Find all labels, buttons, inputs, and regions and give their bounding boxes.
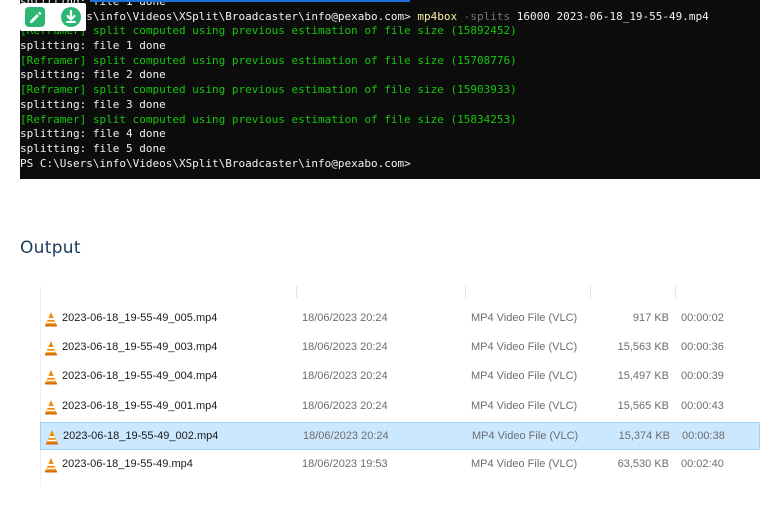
date-modified: 18/06/2023 20:24 bbox=[302, 399, 388, 412]
terminal-text: [Reframer] split computed using previous… bbox=[20, 83, 517, 97]
terminal-text: splitting: file 4 done bbox=[20, 127, 166, 141]
download-icon[interactable] bbox=[60, 6, 82, 28]
table-row[interactable]: 2023-06-18_19-55-49_002.mp4 18/06/2023 20… bbox=[40, 421, 760, 450]
file-size: 15,563 KB bbox=[617, 341, 669, 354]
terminal-text: splitting: file 5 done bbox=[20, 141, 166, 155]
file-size: 15,497 KB bbox=[617, 370, 669, 383]
terminal-text: [Reframer] split computed using previous… bbox=[20, 53, 517, 67]
file-type: MP4 Video File (VLC) bbox=[472, 429, 579, 442]
file-type: MP4 Video File (VLC) bbox=[471, 341, 578, 354]
terminal-line: [Reframer] split computed using previous… bbox=[20, 113, 760, 128]
date-modified: 18/06/2023 20:24 bbox=[302, 341, 388, 354]
table-row[interactable]: 2023-06-18_19-55-49.mp4 18/06/2023 19:53 M… bbox=[40, 451, 760, 479]
column-divider bbox=[590, 286, 591, 298]
terminal-line: splitting: file 5 done bbox=[20, 142, 760, 157]
terminal-line: [Reframer] split computed using previous… bbox=[20, 54, 760, 69]
terminal-selection-bar bbox=[90, 0, 410, 2]
date-modified: 18/06/2023 20:24 bbox=[302, 370, 388, 383]
file-type: MP4 Video File (VLC) bbox=[471, 458, 578, 470]
terminal-text: 2023-06-18_19-55-49.mp4 bbox=[549, 9, 709, 23]
vlc-file-icon bbox=[45, 429, 59, 445]
terminal-text: mp4box bbox=[417, 9, 458, 23]
terminal-text: [Reframer] split computed using previous… bbox=[20, 112, 517, 126]
vlc-file-icon bbox=[44, 340, 58, 356]
file-type: MP4 Video File (VLC) bbox=[471, 399, 578, 412]
file-length: 00:00:39 bbox=[681, 370, 724, 383]
terminal-text: splitting: file 3 done bbox=[20, 97, 166, 111]
file-name: 2023-06-18_19-55-49_001.mp4 bbox=[62, 399, 218, 412]
file-name: 2023-06-18_19-55-49_005.mp4 bbox=[62, 312, 218, 324]
column-divider bbox=[675, 286, 676, 298]
floating-toolbar bbox=[20, 3, 86, 31]
vlc-file-icon bbox=[44, 457, 58, 473]
file-length: 00:00:43 bbox=[681, 399, 724, 412]
output-heading: Output bbox=[20, 238, 81, 258]
file-size: 917 KB bbox=[632, 312, 669, 324]
terminal-line: splitting: file 2 done bbox=[20, 68, 760, 83]
terminal-line: splitting: file 3 done bbox=[20, 98, 760, 113]
date-modified: 18/06/2023 20:24 bbox=[303, 429, 389, 442]
terminal-output: splitting: file 1 done PS C:\Users\info\V… bbox=[20, 0, 760, 171]
file-name: 2023-06-18_19-55-49_003.mp4 bbox=[62, 341, 218, 354]
file-list: 2023-06-18_19-55-49_005.mp4 18/06/2023 20… bbox=[20, 286, 760, 486]
terminal-line: PS C:\Users\info\Videos\XSplit\Broadcast… bbox=[20, 157, 760, 172]
terminal-line: PS C:\Users\info\Videos\XSplit\Broadcast… bbox=[20, 10, 760, 25]
file-name: 2023-06-18_19-55-49_004.mp4 bbox=[62, 370, 218, 383]
terminal-text: PS C:\Users\info\Videos\XSplit\Broadcast… bbox=[20, 156, 411, 170]
file-name: 2023-06-18_19-55-49.mp4 bbox=[62, 458, 193, 470]
vlc-file-icon bbox=[44, 399, 58, 415]
edit-icon[interactable] bbox=[24, 6, 46, 28]
table-row[interactable]: 2023-06-18_19-55-49_004.mp4 18/06/2023 20… bbox=[40, 363, 760, 391]
terminal-window[interactable]: splitting: file 1 done PS C:\Users\info\V… bbox=[20, 0, 760, 179]
date-modified: 18/06/2023 19:53 bbox=[302, 458, 388, 470]
column-divider bbox=[465, 286, 466, 298]
table-row[interactable]: 2023-06-18_19-55-49_003.mp4 18/06/2023 20… bbox=[40, 334, 760, 362]
file-length: 00:02:40 bbox=[681, 458, 724, 470]
file-name: 2023-06-18_19-55-49_002.mp4 bbox=[63, 429, 219, 442]
file-size: 15,374 KB bbox=[618, 429, 670, 442]
terminal-text: 16000 bbox=[516, 9, 550, 23]
column-divider bbox=[296, 286, 297, 298]
file-length: 00:00:02 bbox=[681, 312, 724, 324]
terminal-text: -splits bbox=[457, 9, 517, 23]
terminal-line: [Reframer] split computed using previous… bbox=[20, 24, 760, 39]
file-length: 00:00:36 bbox=[681, 341, 724, 354]
terminal-line: splitting: file 4 done bbox=[20, 127, 760, 142]
vlc-file-icon bbox=[44, 369, 58, 385]
table-row[interactable]: 2023-06-18_19-55-49_001.mp4 18/06/2023 20… bbox=[40, 393, 760, 421]
table-row[interactable]: 2023-06-18_19-55-49_005.mp4 18/06/2023 20… bbox=[40, 305, 760, 333]
terminal-line: splitting: file 1 done bbox=[20, 39, 760, 54]
file-type: MP4 Video File (VLC) bbox=[471, 370, 578, 383]
date-modified: 18/06/2023 20:24 bbox=[302, 312, 388, 324]
terminal-text: splitting: file 2 done bbox=[20, 68, 166, 82]
terminal-text: [Reframer] split computed using previous… bbox=[20, 24, 517, 38]
terminal-text: splitting: file 1 done bbox=[20, 39, 166, 53]
file-size: 63,530 KB bbox=[617, 458, 669, 470]
terminal-line: [Reframer] split computed using previous… bbox=[20, 83, 760, 98]
file-length: 00:00:38 bbox=[682, 429, 725, 442]
file-type: MP4 Video File (VLC) bbox=[471, 312, 578, 324]
file-size: 15,565 KB bbox=[617, 399, 669, 412]
vlc-file-icon bbox=[44, 311, 58, 327]
